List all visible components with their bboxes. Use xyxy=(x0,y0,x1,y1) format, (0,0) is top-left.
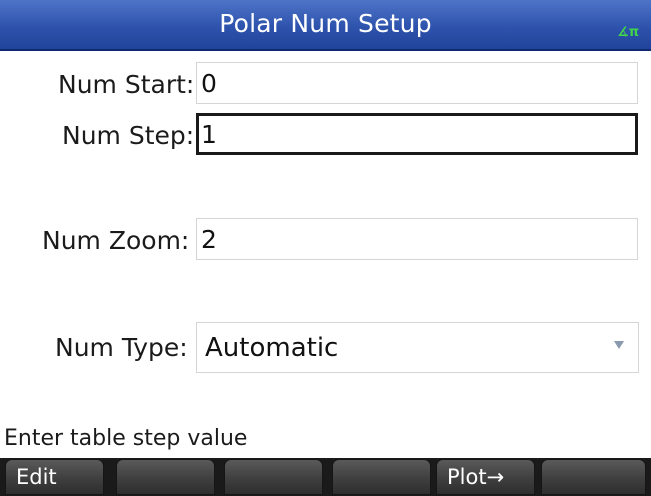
softkey-3[interactable] xyxy=(224,459,323,495)
status-message: Enter table step value xyxy=(4,426,248,451)
calculator-screen: Polar Num Setup ∡π Num Start: 0 Num Step… xyxy=(0,0,651,496)
num-type-selected-value: Automatic xyxy=(205,333,339,363)
softkey-menu: Edit Plot→ xyxy=(0,458,651,496)
num-start-label: Num Start: xyxy=(58,70,195,99)
title-bar: Polar Num Setup ∡π xyxy=(0,0,651,51)
angle-mode-indicator: ∡π xyxy=(617,25,639,40)
num-step-input[interactable]: 1 xyxy=(196,113,638,155)
num-zoom-label: Num Zoom: xyxy=(42,226,190,255)
softkey-edit[interactable]: Edit xyxy=(5,459,104,495)
chevron-down-icon xyxy=(614,341,624,349)
num-type-label: Num Type: xyxy=(55,333,188,362)
softkey-2[interactable] xyxy=(116,459,215,495)
num-start-input[interactable]: 0 xyxy=(196,62,638,104)
num-zoom-input[interactable]: 2 xyxy=(196,218,638,260)
softkey-6[interactable] xyxy=(541,459,646,495)
softkey-plot[interactable]: Plot→ xyxy=(436,459,535,495)
num-type-select[interactable]: Automatic xyxy=(196,322,639,373)
softkey-4[interactable] xyxy=(332,459,431,495)
num-step-label: Num Step: xyxy=(62,121,195,150)
page-title: Polar Num Setup xyxy=(219,9,432,38)
